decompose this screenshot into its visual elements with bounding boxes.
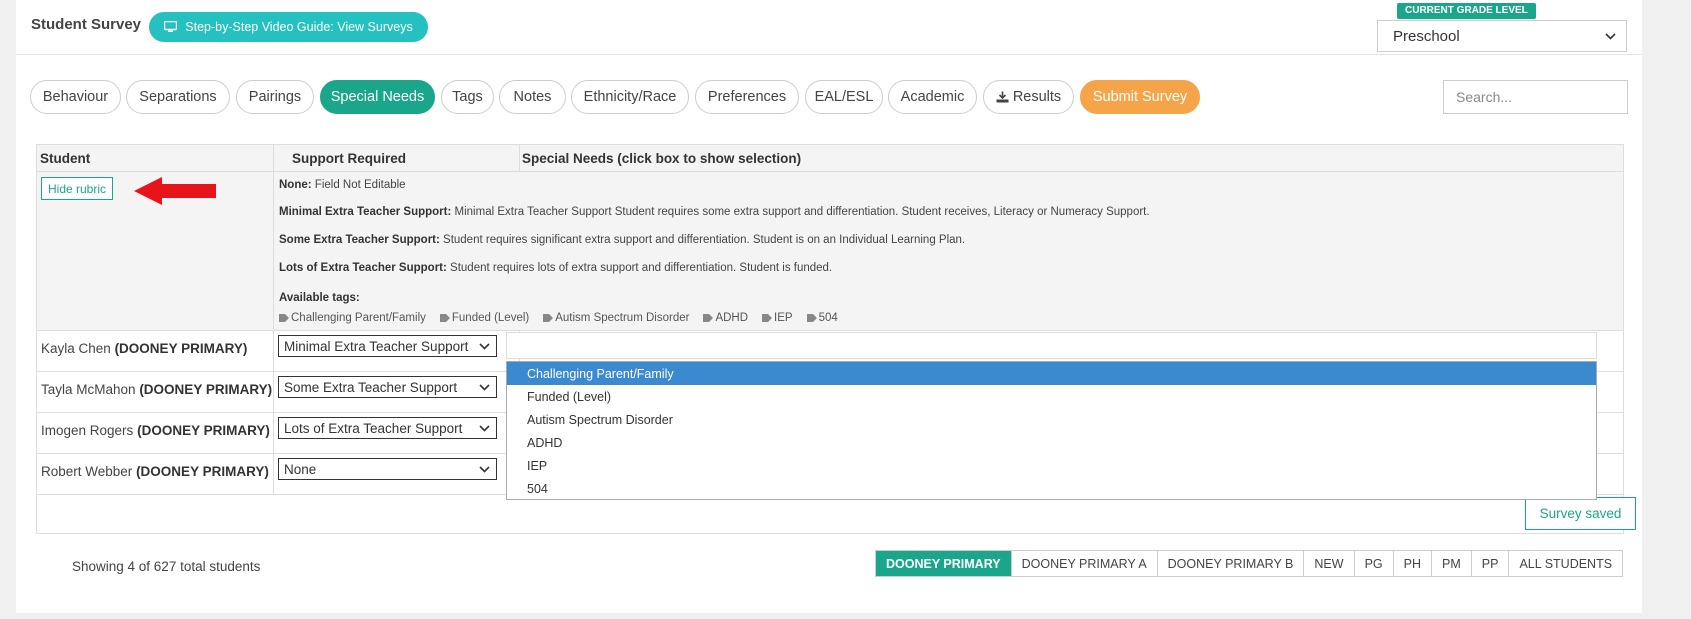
tag-icon xyxy=(279,314,289,322)
tag-icon xyxy=(543,314,554,322)
tag-challenging-parent: Challenging Parent/Family xyxy=(279,312,426,324)
grade-level-value: Preschool xyxy=(1393,27,1460,45)
header-divider xyxy=(16,54,1642,55)
dropdown-option[interactable]: ADHD xyxy=(507,431,1596,454)
header-support-required: Support Required xyxy=(292,151,406,166)
tab-special-needs[interactable]: Special Needs xyxy=(320,80,435,114)
column-divider xyxy=(519,145,520,172)
tab-eal-esl[interactable]: EAL/ESL xyxy=(805,80,883,114)
rubric-some: Some Extra Teacher Support: Student requ… xyxy=(279,234,966,246)
student-name: Tayla McMahon (DOONEY PRIMARY) xyxy=(41,382,273,397)
support-select[interactable]: Lots of Extra Teacher Support xyxy=(278,417,497,439)
rubric-none: None: Field Not Editable xyxy=(279,179,406,191)
tab-notes[interactable]: Notes xyxy=(499,80,566,114)
hide-rubric-button[interactable]: Hide rubric xyxy=(41,177,114,200)
tab-pairings[interactable]: Pairings xyxy=(236,80,314,114)
rubric-row: Hide rubric None: Field Not Editable Min… xyxy=(37,172,1623,331)
tab-ethnicity-race[interactable]: Ethnicity/Race xyxy=(571,80,689,114)
available-tags-list: Challenging Parent/Family Funded (Level)… xyxy=(279,312,838,324)
tab-behaviour[interactable]: Behaviour xyxy=(30,80,121,114)
student-name: Kayla Chen (DOONEY PRIMARY) xyxy=(41,341,248,356)
download-icon xyxy=(996,91,1009,103)
filter-pg[interactable]: PG xyxy=(1355,551,1394,576)
chevron-down-icon xyxy=(479,342,490,350)
support-select[interactable]: Some Extra Teacher Support xyxy=(278,376,497,398)
student-name: Robert Webber (DOONEY PRIMARY) xyxy=(41,464,269,479)
red-arrow-annotation xyxy=(134,177,216,205)
filter-dooney-primary-b[interactable]: DOONEY PRIMARY B xyxy=(1158,551,1305,576)
chevron-down-icon xyxy=(479,383,490,391)
tag-icon xyxy=(439,314,450,322)
dropdown-option[interactable]: Challenging Parent/Family xyxy=(507,362,1596,385)
filter-dooney-primary[interactable]: DOONEY PRIMARY xyxy=(876,551,1012,576)
grade-level-box: CURRENT GRADE LEVEL Preschool xyxy=(1377,0,1627,52)
header-special-needs: Special Needs (click box to show selecti… xyxy=(522,151,802,166)
school-filter: DOONEY PRIMARY DOONEY PRIMARY A DOONEY P… xyxy=(875,550,1624,577)
submit-survey-button[interactable]: Submit Survey xyxy=(1080,80,1200,114)
filter-ph[interactable]: PH xyxy=(1394,551,1432,576)
filter-pp[interactable]: PP xyxy=(1472,551,1510,576)
tag-adhd: ADHD xyxy=(703,312,748,324)
tab-tags[interactable]: Tags xyxy=(441,80,494,114)
tab-separations[interactable]: Separations xyxy=(126,80,230,114)
monitor-icon xyxy=(164,21,178,32)
tag-icon xyxy=(806,314,817,322)
tag-autism: Autism Spectrum Disorder xyxy=(543,312,689,324)
rubric-minimal: Minimal Extra Teacher Support: Minimal E… xyxy=(279,206,1150,218)
tab-preferences[interactable]: Preferences xyxy=(695,80,799,114)
video-guide-button[interactable]: Step-by-Step Video Guide: View Surveys xyxy=(149,12,428,42)
table-header: Student Support Required Special Needs (… xyxy=(37,145,1623,172)
filter-all-students[interactable]: ALL STUDENTS xyxy=(1509,551,1622,576)
tag-504: 504 xyxy=(806,312,838,324)
video-guide-label: Step-by-Step Video Guide: View Surveys xyxy=(185,20,413,34)
dropdown-option[interactable]: IEP xyxy=(507,454,1596,477)
rubric-lots: Lots of Extra Teacher Support: Student r… xyxy=(279,262,833,274)
main-panel: Student Survey Step-by-Step Video Guide:… xyxy=(16,0,1642,613)
grade-level-select[interactable]: Preschool xyxy=(1377,20,1627,52)
showing-count: Showing 4 of 627 total students xyxy=(72,559,261,574)
tag-icon xyxy=(762,314,773,322)
chevron-down-icon xyxy=(1605,32,1616,40)
filter-dooney-primary-a[interactable]: DOONEY PRIMARY A xyxy=(1012,551,1158,576)
survey-saved-status: Survey saved xyxy=(1525,497,1636,530)
support-select[interactable]: None xyxy=(278,458,497,480)
dropdown-option[interactable]: 504 xyxy=(507,477,1596,500)
page-scrollbar[interactable] xyxy=(1672,0,1684,619)
available-tags-label: Available tags: xyxy=(279,292,360,304)
dropdown-option[interactable]: Autism Spectrum Disorder xyxy=(507,408,1596,431)
tab-academic[interactable]: Academic xyxy=(888,80,977,114)
chevron-down-icon xyxy=(479,465,490,473)
tab-results[interactable]: Results xyxy=(983,80,1074,114)
column-divider xyxy=(273,145,274,495)
dropdown-option[interactable]: Funded (Level) xyxy=(507,385,1596,408)
special-needs-multiselect[interactable] xyxy=(506,332,1597,359)
page-title: Student Survey xyxy=(31,16,142,33)
tag-iep: IEP xyxy=(762,312,793,324)
header-student: Student xyxy=(40,151,91,166)
support-select[interactable]: Minimal Extra Teacher Support xyxy=(278,335,497,357)
special-needs-dropdown: Challenging Parent/Family Funded (Level)… xyxy=(506,361,1597,500)
filter-new[interactable]: NEW xyxy=(1304,551,1355,576)
tag-icon xyxy=(703,314,714,322)
chevron-down-icon xyxy=(479,424,490,432)
tag-funded-level: Funded (Level) xyxy=(439,312,529,324)
filter-pm[interactable]: PM xyxy=(1432,551,1472,576)
grade-level-label: CURRENT GRADE LEVEL xyxy=(1397,3,1536,19)
student-name: Imogen Rogers (DOONEY PRIMARY) xyxy=(41,423,270,438)
search-input[interactable] xyxy=(1443,80,1628,114)
